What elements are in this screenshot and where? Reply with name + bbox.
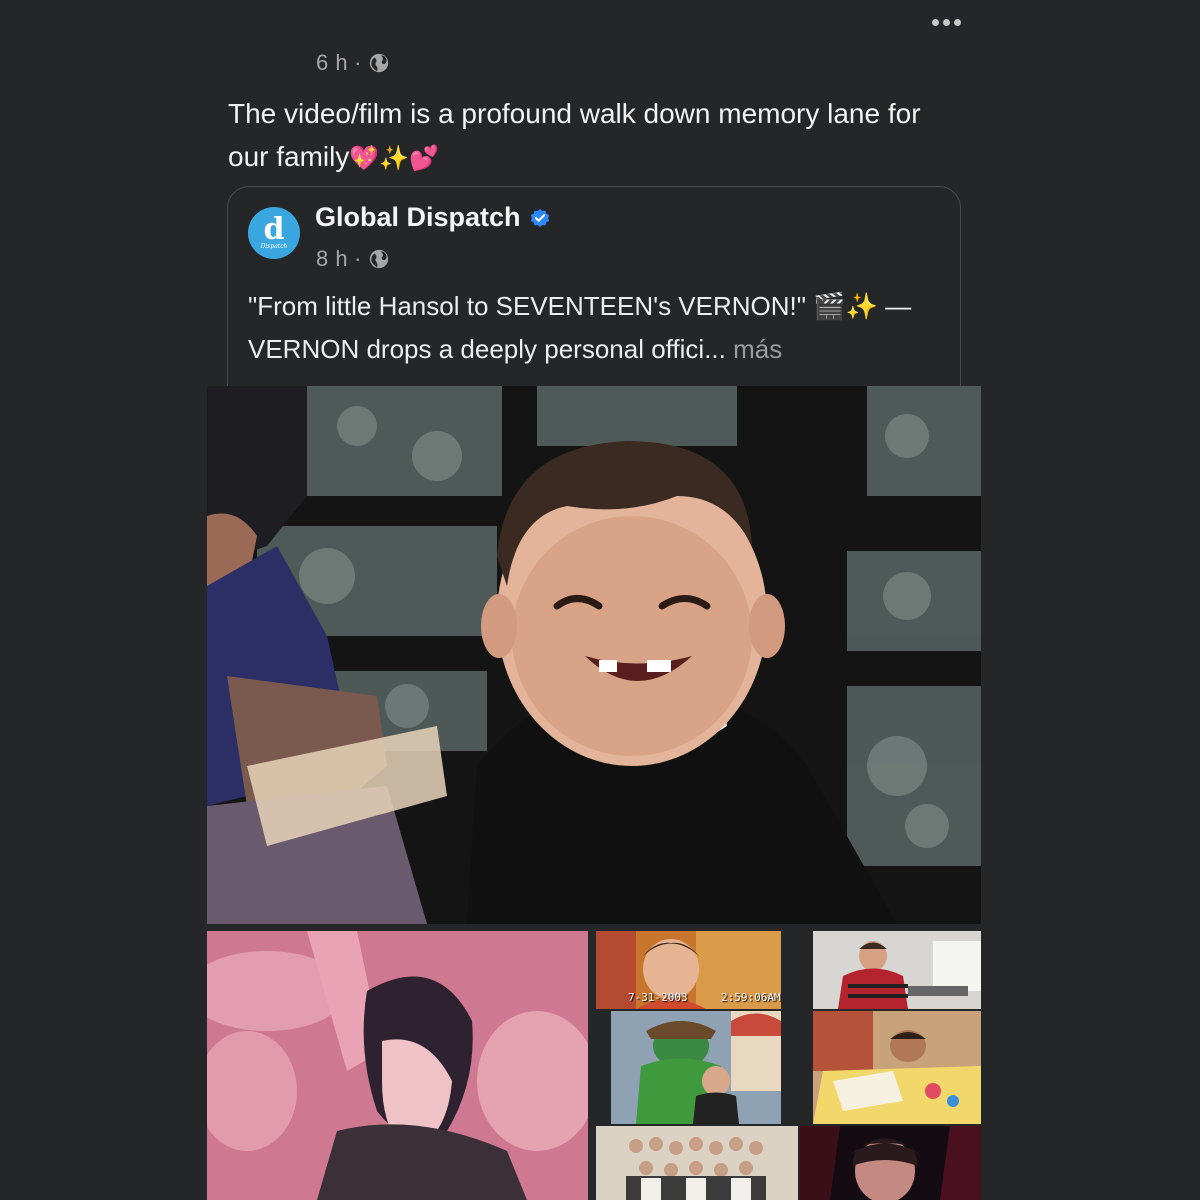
photo-performer[interactable] <box>800 1126 981 1200</box>
photo-group-art <box>596 1126 798 1200</box>
photo-child-computer-art <box>813 931 981 1009</box>
globe-icon <box>369 249 389 269</box>
shared-time: 8 h <box>316 246 349 271</box>
more-dot <box>953 18 961 26</box>
post-body: The video/film is a profound walk down m… <box>228 98 921 172</box>
photo-child-mascot-art <box>611 1011 781 1124</box>
shared-text-line1: "From little Hansol to SEVENTEEN's VERNO… <box>248 291 912 321</box>
photo-child-smiling <box>207 386 981 924</box>
shared-meta-separator: · <box>354 246 362 271</box>
post-text: The video/film is a profound walk down m… <box>228 92 948 180</box>
photo-child-mascot[interactable] <box>611 1011 781 1124</box>
photo-concert[interactable] <box>207 931 588 1200</box>
sparkles-emoji: ✨ <box>379 144 410 172</box>
shared-text-line2: VERNON drops a deeply personal offici... <box>248 334 726 364</box>
video-time-stamp: 2:59:06AM <box>721 991 781 1004</box>
more-options-button[interactable] <box>922 8 970 36</box>
photo-child-videotape[interactable]: 7-31-2003 2:59:06AM <box>596 931 781 1009</box>
shared-author[interactable]: Global Dispatch <box>315 202 551 233</box>
photo-concert-art <box>207 931 588 1200</box>
post-meta-separator: · <box>354 50 362 75</box>
sparkling-heart-emoji: 💖 <box>349 144 380 172</box>
post-screen: 6 h · The video/film is a profound walk … <box>0 0 1200 1200</box>
photo-child-bed[interactable] <box>813 1011 981 1124</box>
verified-badge-icon <box>530 208 549 227</box>
main-photo[interactable] <box>207 386 981 924</box>
more-dot <box>942 18 950 26</box>
photo-child-bed-art <box>813 1011 981 1124</box>
avatar-letter: d <box>263 211 285 247</box>
shared-text: "From little Hansol to SEVENTEEN's VERNO… <box>248 285 948 371</box>
two-hearts-emoji: 💕 <box>409 144 440 172</box>
shared-text-line2-wrap: VERNON drops a deeply personal offici...… <box>248 328 948 371</box>
avatar-sub: Dispatch <box>260 242 288 250</box>
video-date-stamp: 7-31-2003 <box>628 991 688 1004</box>
post-meta: 6 h · <box>316 50 390 76</box>
post-time: 6 h <box>316 50 349 75</box>
avatar[interactable]: d Dispatch <box>248 207 300 259</box>
photo-group[interactable] <box>596 1126 798 1200</box>
see-more-link[interactable]: más <box>733 334 782 364</box>
more-dot <box>931 18 939 26</box>
globe-icon <box>369 53 389 73</box>
shared-meta: 8 h · <box>316 246 390 272</box>
author-name[interactable]: Global Dispatch <box>315 202 521 233</box>
photo-child-computer[interactable] <box>813 931 981 1009</box>
photo-performer-art <box>800 1126 981 1200</box>
